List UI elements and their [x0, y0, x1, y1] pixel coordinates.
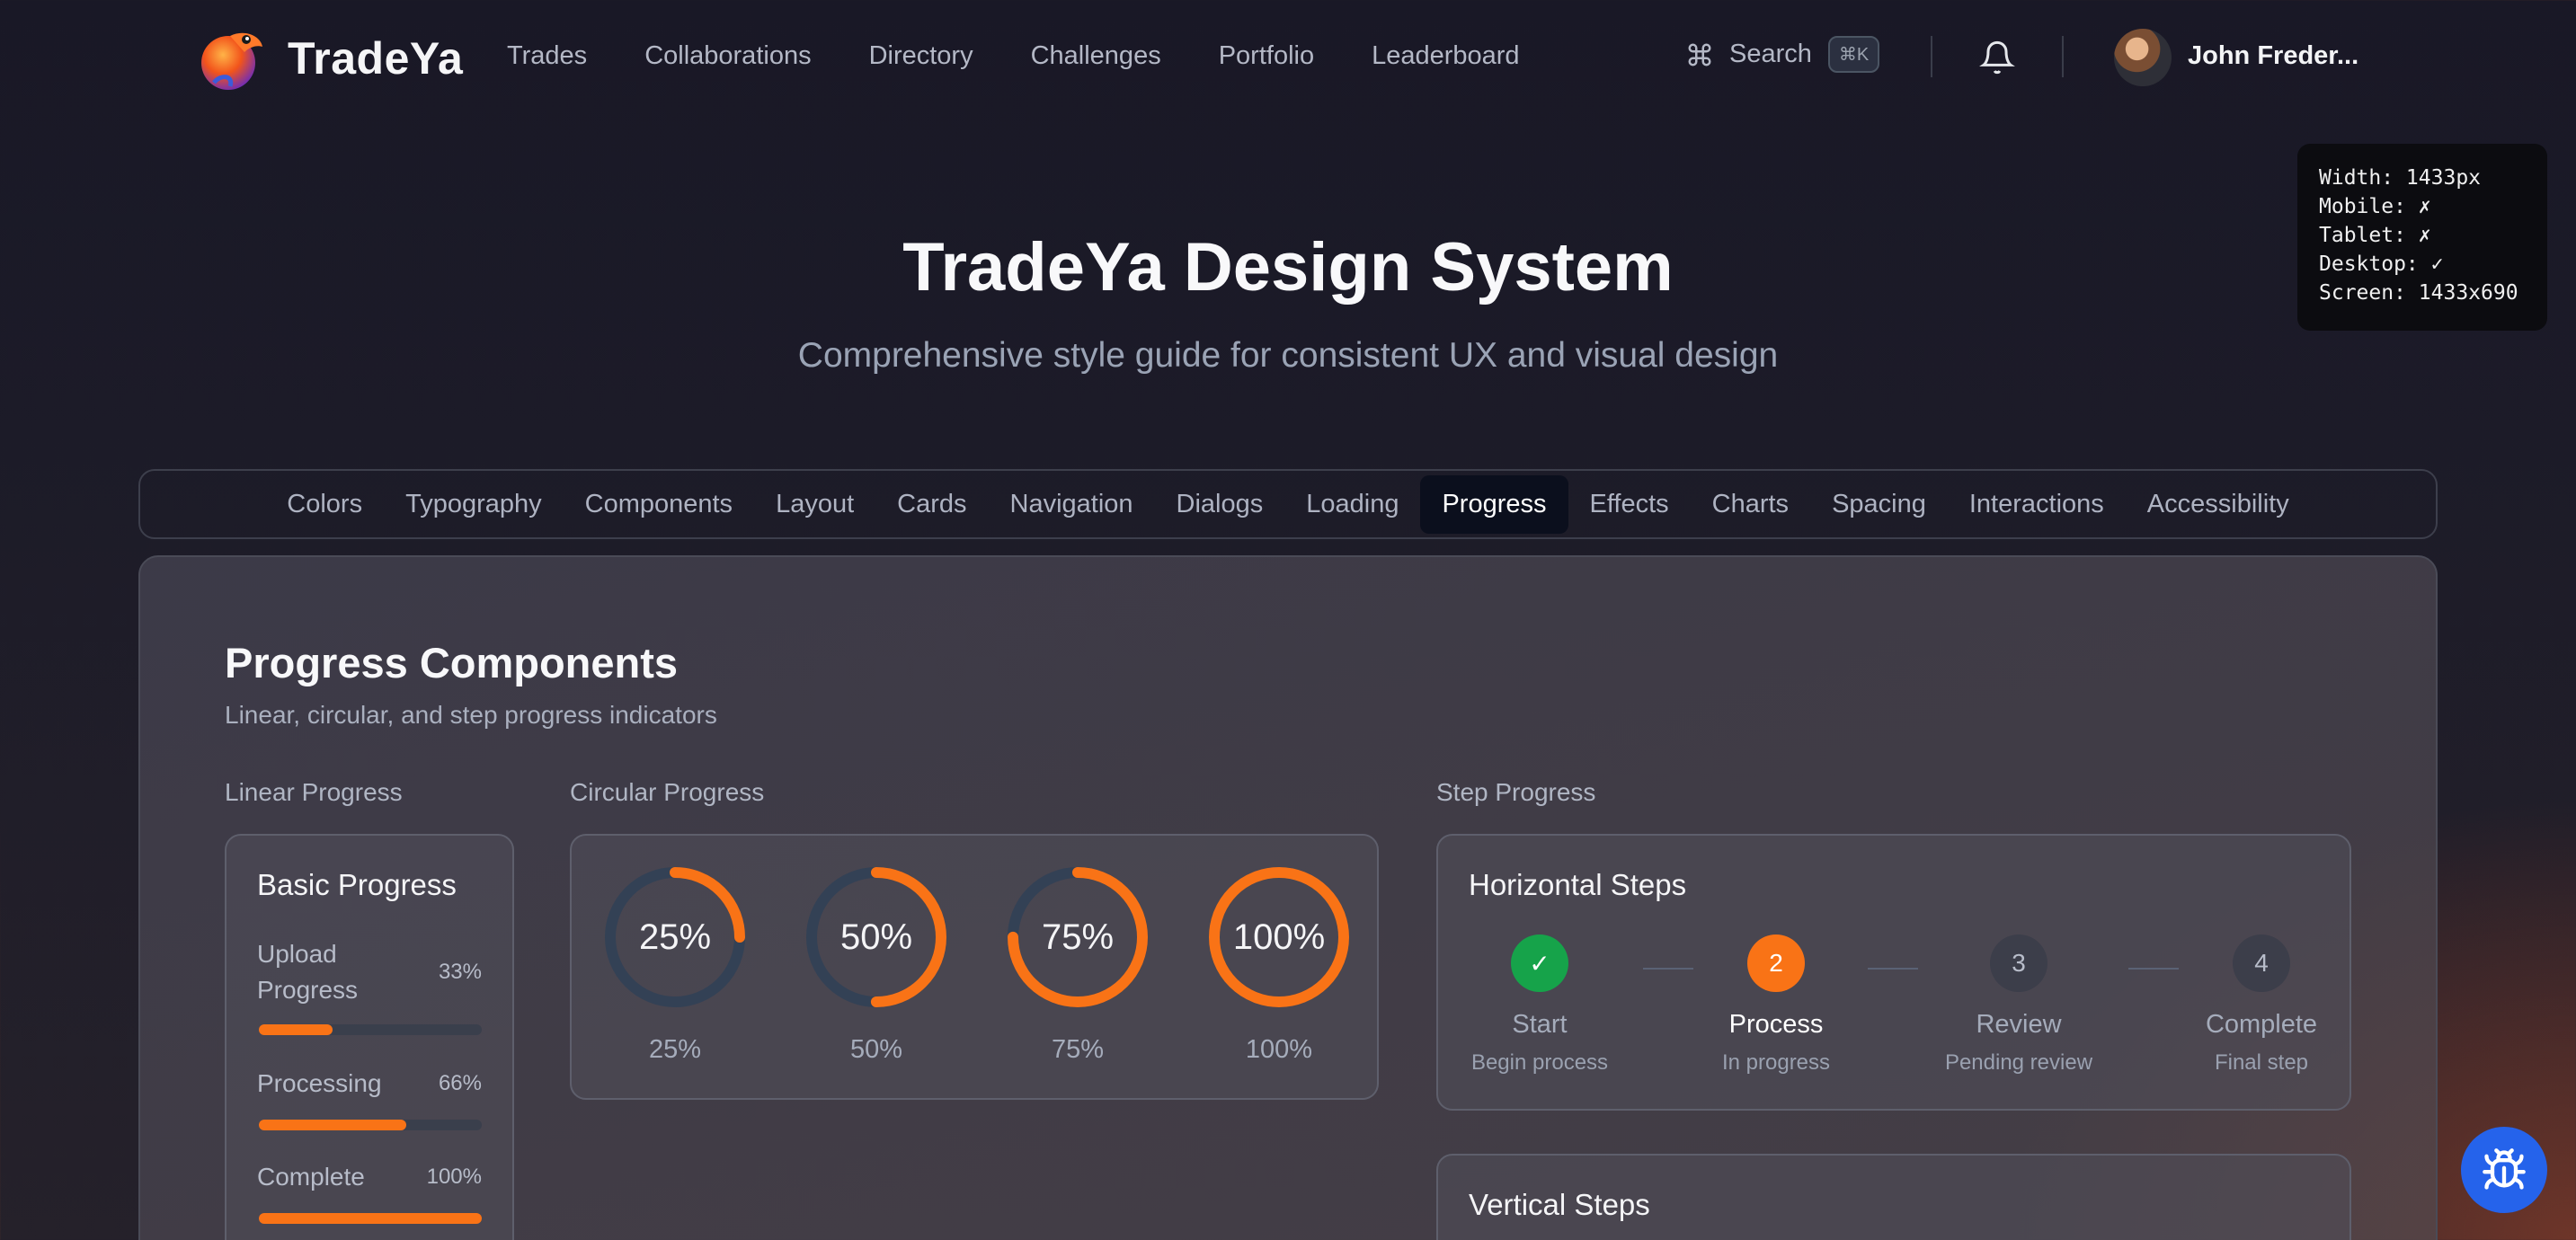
- step-number: 4: [2233, 934, 2290, 992]
- step-description: Pending review: [1944, 1050, 2093, 1075]
- step-name: Complete: [2205, 1010, 2318, 1039]
- step-name: Start: [1512, 1010, 1568, 1039]
- tab-loading[interactable]: Loading: [1284, 475, 1420, 534]
- tab-charts[interactable]: Charts: [1691, 475, 1810, 534]
- step-description: Final step: [2214, 1050, 2309, 1075]
- progress-label: Complete: [257, 1163, 365, 1191]
- basic-progress-card: Basic Progress Upload Progress 33% Proce…: [225, 834, 514, 1240]
- brand-logo[interactable]: [194, 20, 270, 95]
- ring-center-value: 75%: [1042, 917, 1114, 957]
- step-description: In progress: [1721, 1050, 1831, 1075]
- linear-progress-label: Linear Progress: [225, 778, 403, 806]
- nav-trades[interactable]: Trades: [507, 41, 587, 71]
- tab-progress[interactable]: Progress: [1420, 474, 1568, 534]
- bell-icon[interactable]: [1979, 38, 2015, 77]
- step-name: Process: [1728, 1010, 1824, 1039]
- card-title: Basic Progress: [257, 868, 457, 901]
- tab-colors[interactable]: Colors: [265, 475, 384, 534]
- step-item[interactable]: 4 Complete Final step: [2172, 934, 2351, 1076]
- tab-effects[interactable]: Effects: [1568, 475, 1691, 534]
- nav-collaborations[interactable]: Collaborations: [644, 41, 811, 71]
- main-nav: Trades Collaborations Directory Challeng…: [507, 41, 1520, 71]
- step-item[interactable]: ✓ Start Begin process: [1450, 934, 1630, 1076]
- circular-progress-ring: 100%: [1209, 867, 1349, 1007]
- tab-cards[interactable]: Cards: [875, 475, 988, 534]
- nav-directory[interactable]: Directory: [869, 41, 973, 71]
- card-title: Horizontal Steps: [1469, 868, 1687, 901]
- bug-report-button[interactable]: [2461, 1127, 2547, 1213]
- progress-fill: [259, 1024, 333, 1035]
- tab-navigation[interactable]: Navigation: [989, 475, 1155, 534]
- progress-percent: 100%: [426, 1165, 482, 1189]
- progress-label: Processing: [257, 1069, 382, 1097]
- tab-accessibility[interactable]: Accessibility: [2126, 475, 2311, 534]
- step-number: 3: [1990, 934, 2047, 992]
- section-title: Progress Components: [225, 639, 679, 686]
- bug-icon: [2483, 1148, 2526, 1190]
- nav-portfolio[interactable]: Portfolio: [1219, 41, 1314, 71]
- divider: [1931, 36, 1932, 77]
- style-guide-tabs: Colors Typography Components Layout Card…: [138, 469, 2438, 539]
- brand-name[interactable]: TradeYa: [288, 32, 463, 84]
- tab-typography[interactable]: Typography: [384, 475, 564, 534]
- search-shortcut-badge: ⌘K: [1827, 36, 1880, 73]
- debug-mobile: Mobile: ✗: [2319, 195, 2431, 218]
- avatar[interactable]: [2114, 29, 2172, 86]
- search-button[interactable]: Search ⌘K: [1686, 36, 1880, 73]
- circular-progress-ring: 75%: [1008, 867, 1148, 1007]
- tab-spacing[interactable]: Spacing: [1810, 475, 1948, 534]
- progress-fill: [259, 1120, 406, 1130]
- tab-interactions[interactable]: Interactions: [1948, 475, 2126, 534]
- ring-caption: 25%: [648, 1035, 702, 1064]
- ring-caption: 75%: [1051, 1035, 1105, 1064]
- circular-progress-label: Circular Progress: [570, 778, 765, 806]
- tab-layout[interactable]: Layout: [754, 475, 875, 534]
- tab-components[interactable]: Components: [564, 475, 754, 534]
- progress-track: [259, 1120, 482, 1130]
- step-name: Review: [1976, 1010, 2062, 1039]
- page-subtitle: Comprehensive style guide for consistent…: [797, 336, 1779, 375]
- card-title: Vertical Steps: [1469, 1188, 1650, 1221]
- circular-progress-ring: 25%: [605, 867, 745, 1007]
- progress-fill: [259, 1213, 482, 1224]
- ring-center-value: 25%: [639, 917, 711, 957]
- progress-percent: 66%: [438, 1071, 482, 1095]
- step-number: 2: [1747, 934, 1805, 992]
- page-title: TradeYa Design System: [902, 229, 1674, 306]
- progress-label: Upload Progress: [257, 940, 359, 1004]
- user-name[interactable]: John Freder...: [2188, 41, 2358, 71]
- top-nav-bar: TradeYa Trades Collaborations Directory …: [0, 0, 2576, 115]
- progress-percent: 33%: [438, 960, 482, 984]
- step-item[interactable]: 2 Process In progress: [1686, 934, 1866, 1076]
- circular-progress-ring: 50%: [806, 867, 946, 1007]
- check-icon: ✓: [1511, 934, 1568, 992]
- nav-challenges[interactable]: Challenges: [1031, 41, 1161, 71]
- progress-track: [259, 1024, 482, 1035]
- ring-center-value: 50%: [840, 917, 912, 957]
- divider: [2062, 36, 2064, 77]
- ring-caption: 50%: [849, 1035, 903, 1064]
- vertical-steps-card: Vertical Steps: [1436, 1154, 2351, 1240]
- ring-caption: 100%: [1245, 1035, 1313, 1064]
- step-description: Begin process: [1470, 1050, 1609, 1075]
- search-label: Search: [1729, 40, 1812, 68]
- nav-leaderboard[interactable]: Leaderboard: [1372, 41, 1519, 71]
- ring-center-value: 100%: [1233, 917, 1325, 957]
- command-icon: [1688, 43, 1711, 66]
- debug-width: Width: 1433px: [2319, 166, 2482, 190]
- tab-dialogs[interactable]: Dialogs: [1155, 475, 1285, 534]
- progress-track: [259, 1213, 482, 1224]
- step-progress-label: Step Progress: [1436, 778, 1596, 806]
- section-subtitle: Linear, circular, and step progress indi…: [225, 701, 717, 729]
- step-item[interactable]: 3 Review Pending review: [1929, 934, 2109, 1076]
